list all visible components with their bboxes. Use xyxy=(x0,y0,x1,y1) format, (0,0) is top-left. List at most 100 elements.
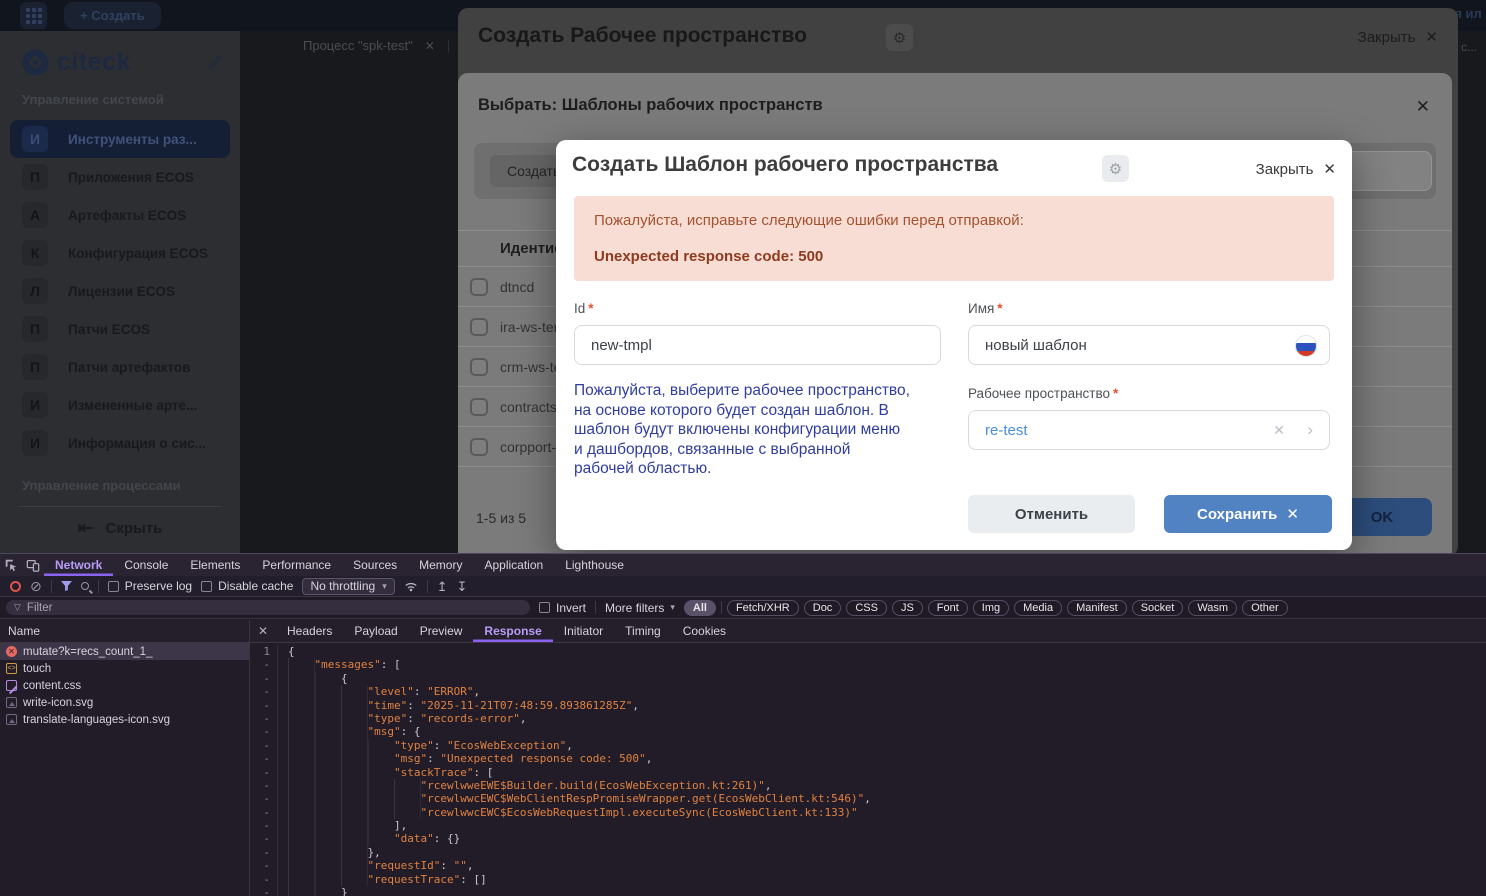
chevron-down-icon: ▾ xyxy=(670,602,675,613)
request-row-content-css[interactable]: content.css xyxy=(0,677,249,694)
disable-cache-checkbox[interactable]: Disable cache xyxy=(201,579,293,593)
panel-tab-payload[interactable]: Payload xyxy=(343,620,408,642)
record-icon[interactable] xyxy=(10,581,21,592)
close-button[interactable]: Закрыть ✕ xyxy=(1358,28,1438,46)
chip-manifest[interactable]: Manifest xyxy=(1067,600,1127,616)
panel-tab-response[interactable]: Response xyxy=(473,620,552,642)
chip-socket[interactable]: Socket xyxy=(1132,600,1184,616)
css-file-icon xyxy=(6,680,17,691)
devtools-tab-lighthouse[interactable]: Lighthouse xyxy=(554,554,635,576)
row-checkbox[interactable] xyxy=(470,278,488,296)
close-icon[interactable]: ✕ xyxy=(1416,97,1430,117)
tools-icon[interactable] xyxy=(206,53,224,71)
panel-tab-headers[interactable]: Headers xyxy=(276,620,343,642)
section-system: Управление системой xyxy=(22,92,164,107)
chip-other[interactable]: Other xyxy=(1242,600,1288,616)
clear-selection-icon[interactable]: ✕ xyxy=(1273,422,1285,439)
devtools-tab-sources[interactable]: Sources xyxy=(342,554,408,576)
clear-icon[interactable]: ⊘ xyxy=(30,579,42,593)
sidebar-item-artifact-patches[interactable]: П Патчи артефактов xyxy=(10,348,230,386)
request-row-write-icon-svg[interactable]: write-icon.svg xyxy=(0,694,249,711)
sidebar-item-ecos-apps[interactable]: П Приложения ECOS xyxy=(10,158,230,196)
row-checkbox[interactable] xyxy=(470,318,488,336)
workspace-select[interactable]: re-test ✕ › xyxy=(968,410,1330,450)
devtools-tab-console[interactable]: Console xyxy=(113,554,179,576)
sidebar-item-ecos-patches[interactable]: П Патчи ECOS xyxy=(10,310,230,348)
dialog-title: Создать Шаблон рабочего пространства xyxy=(572,153,998,177)
tab-process[interactable]: Процесс "spk-test" xyxy=(303,38,413,53)
section-processes: Управление процессами xyxy=(22,478,181,493)
panel-tab-timing[interactable]: Timing xyxy=(614,620,672,642)
sidebar-collapse-button[interactable]: ⇤ Скрыть xyxy=(0,517,240,540)
request-row-mutate[interactable]: ✕ mutate?k=recs_count_1_ xyxy=(0,643,249,660)
chip-all[interactable]: All xyxy=(684,600,716,616)
error-icon: ✕ xyxy=(6,646,17,657)
chip-media[interactable]: Media xyxy=(1014,600,1062,616)
devtools-tab-elements[interactable]: Elements xyxy=(179,554,251,576)
row-checkbox[interactable] xyxy=(470,358,488,376)
devtools-tab-performance[interactable]: Performance xyxy=(251,554,342,576)
filter-input-wrap[interactable]: ▽ xyxy=(6,600,530,615)
name-field[interactable]: новый шаблон xyxy=(968,325,1330,365)
required-asterisk: * xyxy=(997,301,1002,316)
response-body[interactable]: 1{ -"messages": [ -{ -"level": "ERROR", … xyxy=(250,643,1486,896)
gear-icon[interactable]: ⚙ xyxy=(1102,155,1129,182)
sidebar-item-ecos-config[interactable]: К Конфигурация ECOS xyxy=(10,234,230,272)
close-icon: ✕ xyxy=(1425,28,1438,46)
close-button[interactable]: Закрыть ✕ xyxy=(1256,160,1336,178)
response-line: -"requestTrace": [] xyxy=(250,873,1486,886)
sidebar-item-ecos-licenses[interactable]: Л Лицензии ECOS xyxy=(10,272,230,310)
network-conditions-icon[interactable] xyxy=(404,580,418,592)
workspace-label: Рабочее пространство* xyxy=(968,386,1118,401)
sidebar-item-system-info[interactable]: И Информация о сис... xyxy=(10,424,230,462)
chip-img[interactable]: Img xyxy=(973,600,1009,616)
inspect-element-icon[interactable] xyxy=(0,554,22,576)
chip-doc[interactable]: Doc xyxy=(804,600,842,616)
row-checkbox[interactable] xyxy=(470,398,488,416)
filter-icon[interactable] xyxy=(61,581,72,591)
response-line: -"time": "2025-11-21T07:48:59.893861285Z… xyxy=(250,699,1486,712)
device-toolbar-icon[interactable] xyxy=(22,554,44,576)
chip-js[interactable]: JS xyxy=(892,600,923,616)
devtools-tab-application[interactable]: Application xyxy=(473,554,554,576)
save-button[interactable]: Сохранить ✕ xyxy=(1164,495,1332,533)
response-line: -"type": "records-error", xyxy=(250,712,1486,725)
sidebar-item-ecos-artifacts[interactable]: А Артефакты ECOS xyxy=(10,196,230,234)
apps-grid-icon[interactable] xyxy=(20,2,47,29)
image-file-icon xyxy=(6,697,17,708)
request-row-touch[interactable]: <> touch xyxy=(0,660,249,677)
panel-tab-initiator[interactable]: Initiator xyxy=(553,620,614,642)
close-panel-icon[interactable]: ✕ xyxy=(250,620,276,642)
throttling-dropdown[interactable]: No throttling ▾ xyxy=(302,578,394,595)
filter-input[interactable] xyxy=(27,602,487,614)
import-har-icon[interactable]: ↥ xyxy=(437,580,448,593)
chip-css[interactable]: CSS xyxy=(846,600,887,616)
chip-font[interactable]: Font xyxy=(928,600,968,616)
more-filters-button[interactable]: More filters ▾ xyxy=(605,601,675,615)
search-icon[interactable] xyxy=(81,582,89,590)
request-row-translate-icon-svg[interactable]: translate-languages-icon.svg xyxy=(0,711,249,728)
devtools-tab-network[interactable]: Network xyxy=(44,554,113,576)
preserve-log-checkbox[interactable]: Preserve log xyxy=(108,579,192,593)
panel-tab-preview[interactable]: Preview xyxy=(409,620,474,642)
request-list-header[interactable]: Name xyxy=(0,620,249,643)
sidebar-item-dev-tools[interactable]: И Инструменты раз... xyxy=(10,120,230,158)
row-checkbox[interactable] xyxy=(470,438,488,456)
cancel-button[interactable]: Отменить xyxy=(968,495,1135,533)
devtools-tab-memory[interactable]: Memory xyxy=(408,554,473,576)
chevron-right-icon[interactable]: › xyxy=(1307,420,1313,440)
tab-close-icon[interactable]: ✕ xyxy=(425,39,435,53)
chip-fetch-xhr[interactable]: Fetch/XHR xyxy=(727,600,799,616)
id-field[interactable]: new-tmpl xyxy=(574,325,941,365)
gear-icon[interactable]: ⚙ xyxy=(886,24,913,51)
chip-wasm[interactable]: Wasm xyxy=(1188,600,1237,616)
invert-checkbox[interactable]: Invert xyxy=(539,601,586,615)
response-line: -"stackTrace": [ xyxy=(250,766,1486,779)
panel-tab-cookies[interactable]: Cookies xyxy=(672,620,737,642)
sidebar-item-changed-artifacts[interactable]: И Измененные арте... xyxy=(10,386,230,424)
russian-flag-icon[interactable] xyxy=(1295,335,1317,357)
workspace-hint-text: Пожалуйста, выберите рабочее пространств… xyxy=(574,381,954,479)
create-button[interactable]: + Создать xyxy=(64,2,161,29)
response-line: -}, xyxy=(250,846,1486,859)
export-har-icon[interactable]: ↧ xyxy=(457,580,468,593)
